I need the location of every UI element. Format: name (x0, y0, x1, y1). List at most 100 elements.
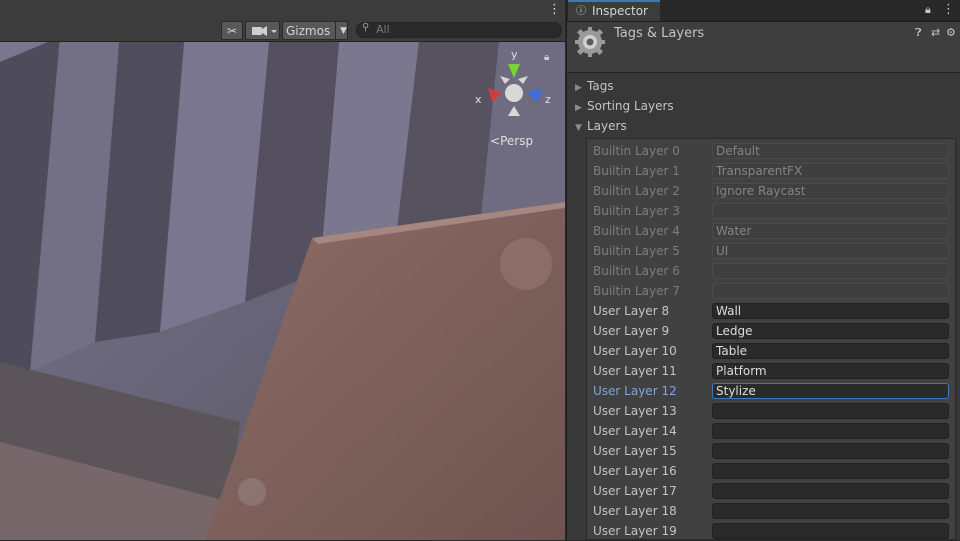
layer-name-field: Default (712, 143, 949, 159)
inspector-header: Tags & Layers ❓︎ ⇄ ⚙ (567, 22, 960, 73)
layer-name-field[interactable] (712, 483, 949, 499)
axis-y-label: y (511, 48, 518, 61)
layer-row: Builtin Layer 6 (587, 261, 955, 281)
scene-tab-bar: ⋮ (0, 0, 565, 21)
layer-name-field[interactable]: Wall (712, 303, 949, 319)
inspector-panel: ⓘ Inspector 🔒︎ ⋮ Tags & Layers ❓︎ ⇄ ⚙ ▶ T… (566, 0, 960, 540)
fold-arrow-icon: ▶ (575, 103, 582, 113)
sorting-layers-foldout[interactable]: ▶ Sorting Layers (575, 96, 674, 116)
more-vert-icon[interactable]: ⋮ (548, 2, 561, 17)
more-vert-icon[interactable]: ⋮ (942, 2, 955, 17)
layer-row: Builtin Layer 2 Ignore Raycast (587, 181, 955, 201)
layer-row: User Layer 10 Table (587, 341, 955, 361)
layer-row: User Layer 15 (587, 441, 955, 461)
scene-search-field[interactable]: ⚲ All (356, 22, 562, 38)
search-icon: ⚲ (362, 22, 370, 33)
gizmos-dropdown[interactable]: Gizmos ▼ (282, 21, 348, 41)
layer-label: Builtin Layer 4 (593, 224, 680, 238)
fold-arrow-icon: ▶ (575, 83, 582, 93)
layer-label: User Layer 9 (593, 324, 670, 338)
layers-list: Builtin Layer 0 Default Builtin Layer 1 Tra… (586, 138, 956, 540)
scene-toolbar: ✂ Gizmos ▼ ⚲ All (0, 20, 565, 42)
axis-z-label: z (545, 93, 551, 106)
layer-label: User Layer 16 (593, 464, 677, 478)
settings-icon[interactable]: ⚙ (946, 26, 956, 39)
persp-toggle[interactable]: <Persp (490, 134, 533, 148)
tags-foldout[interactable]: ▶ Tags (575, 76, 614, 96)
layer-name-field[interactable] (712, 463, 949, 479)
layers-foldout[interactable]: ▼ Layers (575, 116, 627, 136)
layer-label: User Layer 17 (593, 484, 677, 498)
layer-name-field[interactable]: Stylize (712, 383, 949, 399)
layer-label: User Layer 10 (593, 344, 677, 358)
layer-name-field[interactable]: Platform (712, 363, 949, 379)
inspector-title: Tags & Layers (614, 26, 705, 41)
layer-name-field[interactable]: Table (712, 343, 949, 359)
layer-row: User Layer 11 Platform (587, 361, 955, 381)
layer-label: Builtin Layer 0 (593, 144, 680, 158)
layer-label: User Layer 12 (593, 384, 677, 398)
layers-label: Layers (587, 119, 627, 133)
layer-name-field (712, 283, 949, 299)
fold-arrow-icon: ▼ (575, 123, 582, 133)
layer-name-field: UI (712, 243, 949, 259)
layer-label: Builtin Layer 5 (593, 244, 680, 258)
layer-label: User Layer 11 (593, 364, 677, 378)
layer-row: User Layer 14 (587, 421, 955, 441)
tab-inspector[interactable]: ⓘ Inspector (568, 0, 660, 21)
layer-name-field[interactable] (712, 403, 949, 419)
layer-row: User Layer 17 (587, 481, 955, 501)
layer-row: Builtin Layer 4 Water (587, 221, 955, 241)
layer-name-field: Water (712, 223, 949, 239)
layer-row: Builtin Layer 7 (587, 281, 955, 301)
dropdown-arrow-icon: ▼ (335, 22, 347, 41)
tags-label: Tags (587, 79, 614, 93)
layer-row: User Layer 16 (587, 461, 955, 481)
axis-x-label: x (475, 93, 482, 106)
layer-row: User Layer 13 (587, 401, 955, 421)
layer-label: Builtin Layer 6 (593, 264, 680, 278)
layer-name-field: Ignore Raycast (712, 183, 949, 199)
sorting-layers-label: Sorting Layers (587, 99, 674, 113)
presets-icon[interactable]: ⇄ (931, 26, 940, 39)
layer-name-field: TransparentFX (712, 163, 949, 179)
layer-row: User Layer 18 (587, 501, 955, 521)
layer-name-field (712, 263, 949, 279)
layer-label: User Layer 14 (593, 424, 677, 438)
layer-name-field[interactable]: Ledge (712, 323, 949, 339)
layer-label: Builtin Layer 1 (593, 164, 680, 178)
layer-row: Builtin Layer 0 Default (587, 141, 955, 161)
layer-name-field[interactable] (712, 423, 949, 439)
tools-button[interactable]: ✂ (221, 21, 243, 40)
layer-row: Builtin Layer 5 UI (587, 241, 955, 261)
tab-label: Inspector (592, 4, 648, 18)
gizmos-label: Gizmos (286, 24, 331, 38)
gear-icon (575, 27, 605, 57)
layer-row: Builtin Layer 3 (587, 201, 955, 221)
layer-row: Builtin Layer 1 TransparentFX (587, 161, 955, 181)
lock-icon[interactable]: 🔒︎ (925, 3, 931, 17)
scene-view-panel: ⋮ ✂ Gizmos ▼ ⚲ All y x z 🔒︎ <Persp (0, 0, 565, 540)
persp-label: Persp (500, 134, 534, 148)
scene-viewport[interactable]: y x z 🔒︎ <Persp (0, 42, 565, 540)
layer-name-field (712, 203, 949, 219)
layer-name-field[interactable] (712, 523, 949, 539)
search-placeholder: All (376, 23, 390, 36)
layer-row: User Layer 19 (587, 521, 955, 541)
layer-row: User Layer 9 Ledge (587, 321, 955, 341)
layer-label: User Layer 18 (593, 504, 677, 518)
camera-dropdown[interactable] (245, 21, 280, 40)
layer-label: Builtin Layer 3 (593, 204, 680, 218)
lock-icon[interactable]: 🔒︎ (544, 52, 549, 63)
layer-label: User Layer 8 (593, 304, 670, 318)
layer-row: User Layer 8 Wall (587, 301, 955, 321)
tools-icon: ✂ (226, 24, 238, 38)
layer-label: User Layer 19 (593, 524, 677, 538)
layer-label: Builtin Layer 7 (593, 284, 680, 298)
layer-name-field[interactable] (712, 503, 949, 519)
persp-arrow-icon: < (490, 134, 501, 148)
camera-icon (252, 26, 277, 36)
layer-label: User Layer 13 (593, 404, 677, 418)
help-icon[interactable]: ❓︎ (915, 26, 922, 40)
layer-name-field[interactable] (712, 443, 949, 459)
